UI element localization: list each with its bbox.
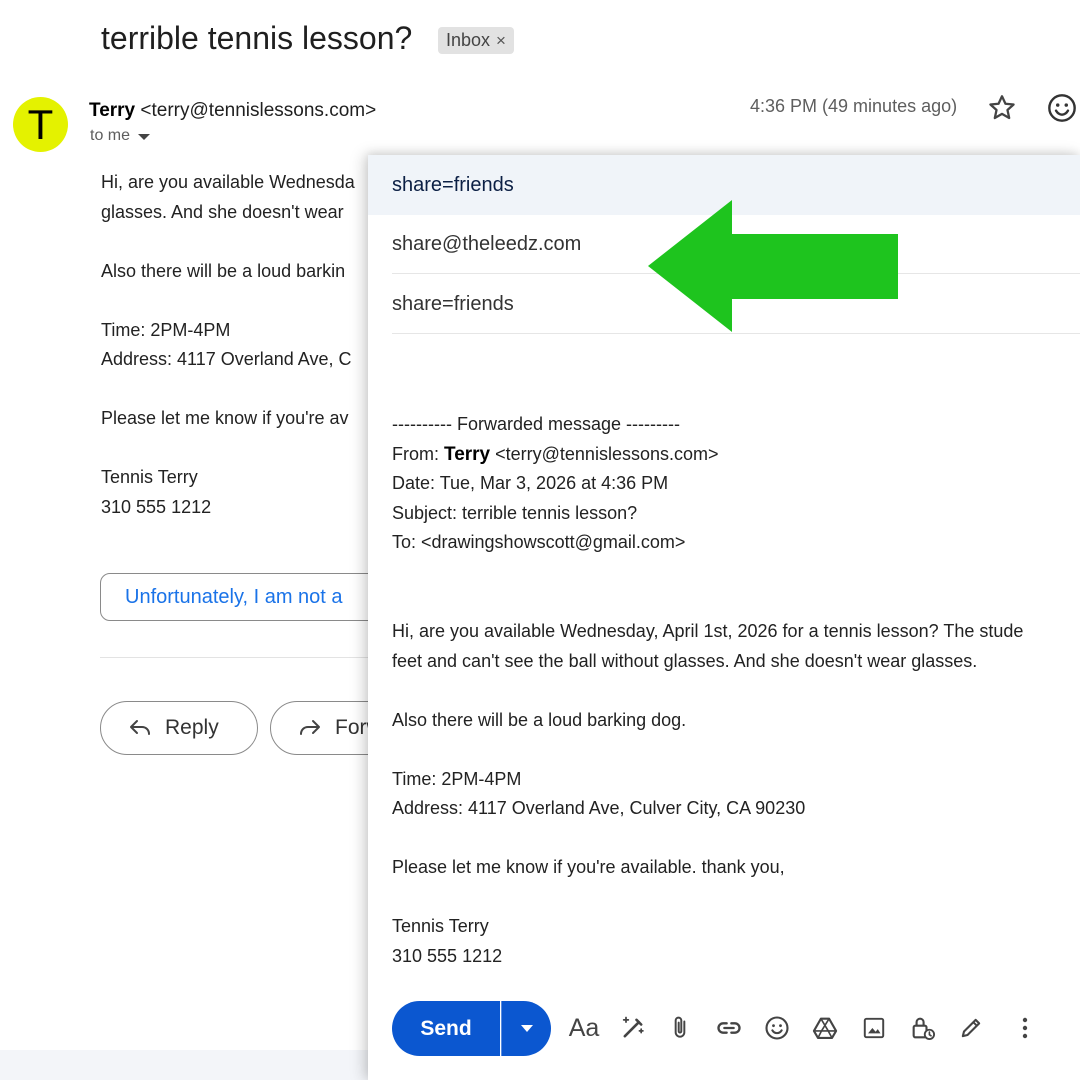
chevron-down-icon [520,1025,533,1032]
body-line [101,434,355,464]
body-line: Please let me know if you're available. … [392,857,785,877]
sender-name: Terry [89,100,136,121]
from-label: From: [392,443,444,464]
annotation-arrow-icon [648,200,898,332]
reply-button[interactable]: Reply [100,701,258,755]
forward-arrow-icon [300,720,320,735]
reply-label: Reply [165,716,219,739]
body-line: Address: 4117 Overland Ave, Culver City,… [392,798,806,818]
body-line [392,883,1023,913]
forwarded-from-line: From: Terry <terry@tennislessons.com> [392,440,719,470]
more-options-icon[interactable] [1008,1011,1042,1045]
body-line: Also there will be a loud barkin [101,260,346,281]
forwarded-date-line: Date: Tue, Mar 3, 2026 at 4:36 PM [392,473,669,493]
chevron-down-icon [138,134,151,140]
emoji-icon[interactable] [760,1011,794,1045]
body-line: Time: 2PM-4PM [101,319,231,340]
drive-icon[interactable] [808,1011,842,1045]
footer-strip [0,1050,380,1080]
body-line [101,227,355,257]
body-line: 310 555 1212 [392,945,503,966]
ai-write-icon[interactable] [616,1011,650,1045]
recipient-label: to me [90,127,131,144]
body-line: Please let me know if you're av [101,408,349,428]
forwarded-to-line: To: <drawingshowscott@gmail.com> [392,532,686,552]
remove-label-icon[interactable]: × [496,31,506,51]
recipient-details-toggle[interactable]: to me [90,127,151,145]
forwarded-divider-text: ---------- Forwarded message --------- [392,414,680,434]
sender-avatar[interactable]: T [13,97,68,152]
sender-email: <terry@tennislessons.com> [140,100,377,121]
send-options-button[interactable] [501,1001,551,1056]
link-icon[interactable] [712,1011,746,1045]
from-name: Terry [444,443,491,465]
body-line [101,286,355,316]
photo-icon[interactable] [857,1011,891,1045]
body-line: Time: 2PM-4PM [392,768,522,789]
body-line [392,735,1023,765]
star-icon[interactable] [986,92,1018,124]
send-button-group: Send [392,1001,551,1056]
email-timestamp: 4:36 PM (49 minutes ago) [750,96,958,116]
divider [100,657,400,658]
send-button[interactable]: Send [392,1001,500,1056]
body-line: glasses. And she doesn't wear [101,201,344,222]
forwarded-header: ---------- Forwarded message --------- F… [392,410,719,558]
forwarded-subject-line: Subject: terrible tennis lesson? [392,502,638,523]
smile-icon[interactable] [1046,92,1078,124]
body-line: feet and can't see the ball without glas… [392,650,978,671]
from-email: <terry@tennislessons.com> [490,443,719,464]
body-line: Hi, are you available Wednesday, April 1… [392,621,1024,641]
body-line: Tennis Terry [392,916,489,936]
body-line [392,824,1023,854]
inbox-label-chip[interactable]: Inbox × [438,27,514,54]
reply-arrow-icon [130,720,150,735]
body-line [101,375,355,405]
body-line: Hi, are you available Wednesda [101,172,355,192]
body-line: 310 555 1212 [101,496,212,517]
sender-line: Terry <terry@tennislessons.com> [89,100,376,122]
body-line [392,676,1023,706]
signature-pen-icon[interactable] [954,1011,988,1045]
body-line: Address: 4117 Overland Ave, C [101,349,352,369]
confidential-lock-icon[interactable] [906,1011,940,1045]
attach-icon[interactable] [663,1011,697,1045]
email-subject: terrible tennis lesson? [101,20,413,56]
body-line: Also there will be a loud barking dog. [392,709,687,730]
email-body: Hi, are you available Wednesda glasses. … [101,168,355,522]
inbox-label: Inbox [446,30,491,50]
body-line: Tennis Terry [101,467,198,487]
formatting-icon[interactable]: Aa [567,1011,601,1045]
compose-body[interactable]: Hi, are you available Wednesday, April 1… [392,617,1023,971]
